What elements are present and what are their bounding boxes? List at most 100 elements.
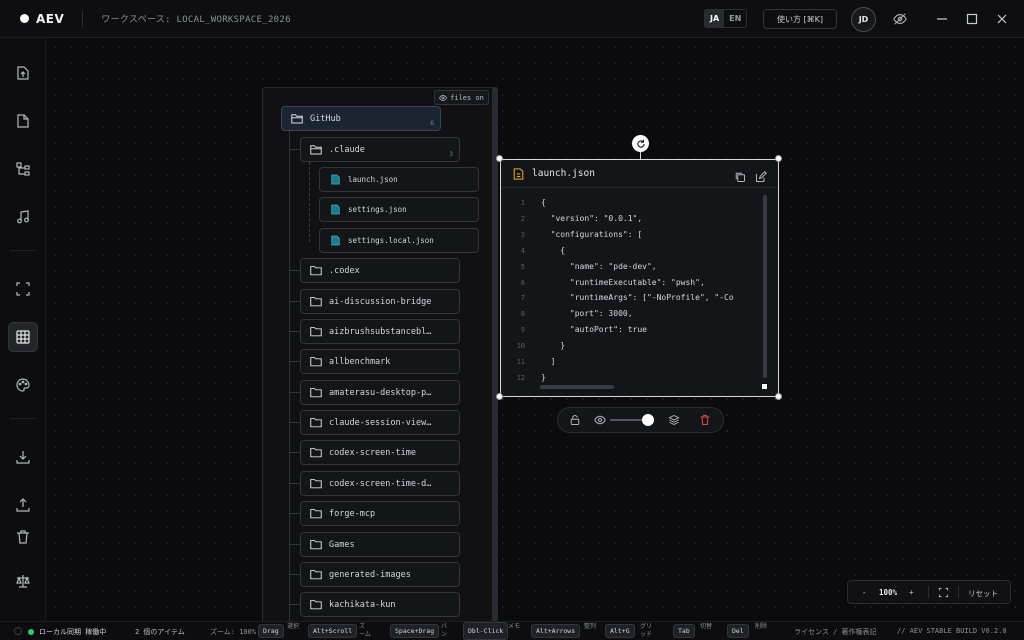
tree-file-launch-json[interactable]: launch.json xyxy=(319,167,479,192)
fullscreen-icon[interactable] xyxy=(938,587,949,600)
tree-node-folder[interactable]: Games xyxy=(300,532,460,557)
opacity-eye-icon[interactable] xyxy=(594,414,606,426)
folder-open-icon xyxy=(310,144,322,156)
document-icon[interactable] xyxy=(8,106,38,136)
shortcut-key: Space+Drag xyxy=(390,624,440,638)
zoom-reset-button[interactable]: リセット xyxy=(968,588,998,599)
lang-ja-button[interactable]: JA xyxy=(705,10,725,27)
tree-node-claude[interactable]: .claude 3 xyxy=(300,137,460,162)
folder-icon xyxy=(310,326,322,338)
lang-en-button[interactable]: EN xyxy=(724,10,746,27)
tree-node-folder[interactable]: amaterasu-desktop-p… xyxy=(300,380,460,405)
line-number: 1 xyxy=(520,199,525,207)
child-count: 3 xyxy=(449,151,453,158)
tree-node-folder[interactable]: aizbrushsubstancebl… xyxy=(300,319,460,344)
folder-open-icon xyxy=(291,113,303,125)
line-number: 9 xyxy=(520,326,525,335)
resize-corner-icon[interactable] xyxy=(762,384,767,389)
tree-node-folder[interactable]: ai-discussion-bridge xyxy=(300,289,460,314)
tree-node-folder[interactable]: forge-mcp xyxy=(300,501,460,526)
tree-view-icon[interactable] xyxy=(8,154,38,184)
tree-connector xyxy=(289,392,300,393)
shortcut-label: グリッド xyxy=(640,623,653,638)
edit-icon[interactable] xyxy=(755,168,767,182)
copy-icon[interactable] xyxy=(734,168,746,182)
tree-file-settings-json[interactable]: settings.json xyxy=(319,197,479,222)
shortcut-label: メモ xyxy=(508,623,521,630)
sidebar-divider xyxy=(10,250,36,251)
shortcut-key: Tab xyxy=(673,624,695,638)
tree-connector xyxy=(289,483,300,484)
tree-node-github[interactable]: GitHub 6 xyxy=(281,106,441,131)
files-toggle-button[interactable]: files on xyxy=(434,90,489,105)
tree-node-folder[interactable]: generated-images xyxy=(300,562,460,587)
download-icon[interactable] xyxy=(8,442,38,472)
grid-icon[interactable] xyxy=(8,322,38,352)
line-number: 3 xyxy=(520,230,525,239)
tree-connector xyxy=(289,513,300,514)
code-line: { xyxy=(541,245,566,255)
tree-node-folder[interactable]: allbenchmark xyxy=(300,349,460,374)
tree-node-folder[interactable]: .codex xyxy=(300,258,460,283)
code-line: { xyxy=(541,198,546,207)
tree-node-folder[interactable]: claude-session-view… xyxy=(300,410,460,435)
shortcut-key: Alt+G xyxy=(605,624,635,638)
code-line: "port": 3000, xyxy=(541,309,633,319)
files-toggle-label: files on xyxy=(450,93,484,102)
trash-icon[interactable] xyxy=(8,522,38,552)
shortcut-label: パン xyxy=(441,623,448,638)
tree-connector xyxy=(289,270,300,271)
zoom-in-button[interactable]: + xyxy=(909,588,914,597)
maximize-icon[interactable] xyxy=(964,11,980,27)
shortcut-label: 整列 xyxy=(584,623,597,630)
minimize-icon[interactable] xyxy=(934,11,950,27)
layers-icon[interactable] xyxy=(668,414,680,426)
help-button[interactable]: 使い方 [⌘K] xyxy=(763,9,837,29)
tree-node-folder[interactable]: codex-screen-time xyxy=(300,440,460,465)
folder-icon xyxy=(310,539,322,551)
selection-handle[interactable] xyxy=(496,393,503,400)
editor-horizontal-scrollbar[interactable] xyxy=(540,385,614,389)
zoom-value: 100% xyxy=(879,588,898,597)
editor-vertical-scrollbar[interactable] xyxy=(763,195,767,378)
selection-handle[interactable] xyxy=(775,393,782,400)
fit-screen-icon[interactable] xyxy=(8,274,38,304)
selection-handle[interactable] xyxy=(775,155,782,162)
rotate-handle[interactable] xyxy=(632,135,649,152)
selection-handle[interactable] xyxy=(496,155,503,162)
rotate-stem xyxy=(640,152,641,159)
tree-node-label: kachikata-kun xyxy=(329,599,396,610)
app-logo: AEV xyxy=(20,12,64,26)
sync-status-dot-icon xyxy=(28,629,34,635)
tree-scrollbar[interactable] xyxy=(492,87,497,627)
tree-node-label: aizbrushsubstancebl… xyxy=(329,326,432,337)
scale-icon[interactable] xyxy=(8,566,38,596)
code-line: "runtimeExecutable": "pwsh", xyxy=(541,277,705,287)
line-number: 8 xyxy=(520,310,525,319)
tree-node-folder[interactable]: kachikata-kun xyxy=(300,592,460,617)
import-file-icon[interactable] xyxy=(8,58,38,88)
code-line: "runtimeArgs": ["-NoProfile", "-Co xyxy=(541,293,734,303)
unlock-icon[interactable] xyxy=(569,414,581,426)
tree-node-folder[interactable]: codex-screen-time-d… xyxy=(300,471,460,496)
close-icon[interactable] xyxy=(994,11,1010,27)
line-number: 11 xyxy=(516,358,525,366)
delete-icon[interactable] xyxy=(699,414,711,426)
opacity-slider-knob[interactable] xyxy=(642,414,654,426)
eye-off-icon[interactable] xyxy=(892,11,908,27)
folder-icon xyxy=(310,447,322,459)
upload-icon[interactable] xyxy=(8,490,38,520)
license-link[interactable]: ライセンス / 著作権表記 xyxy=(794,627,877,637)
folder-icon xyxy=(310,296,322,308)
avatar[interactable]: JD xyxy=(851,7,876,32)
header-divider xyxy=(82,10,84,27)
code-editor-card[interactable]: launch.json 1 {2 "version": "0.0.1", 3 "co… xyxy=(500,159,779,397)
tree-file-settings-local-json[interactable]: settings.local.json xyxy=(319,228,479,253)
zoom-out-button[interactable]: - xyxy=(862,588,867,597)
code-area[interactable]: 1 {2 "version": "0.0.1", 3 "configurations… xyxy=(501,194,766,390)
line-number: 5 xyxy=(520,262,525,271)
music-icon[interactable] xyxy=(8,202,38,232)
palette-icon[interactable] xyxy=(8,370,38,400)
tree-node-label: forge-mcp xyxy=(329,508,376,519)
line-number: 12 xyxy=(516,373,525,382)
